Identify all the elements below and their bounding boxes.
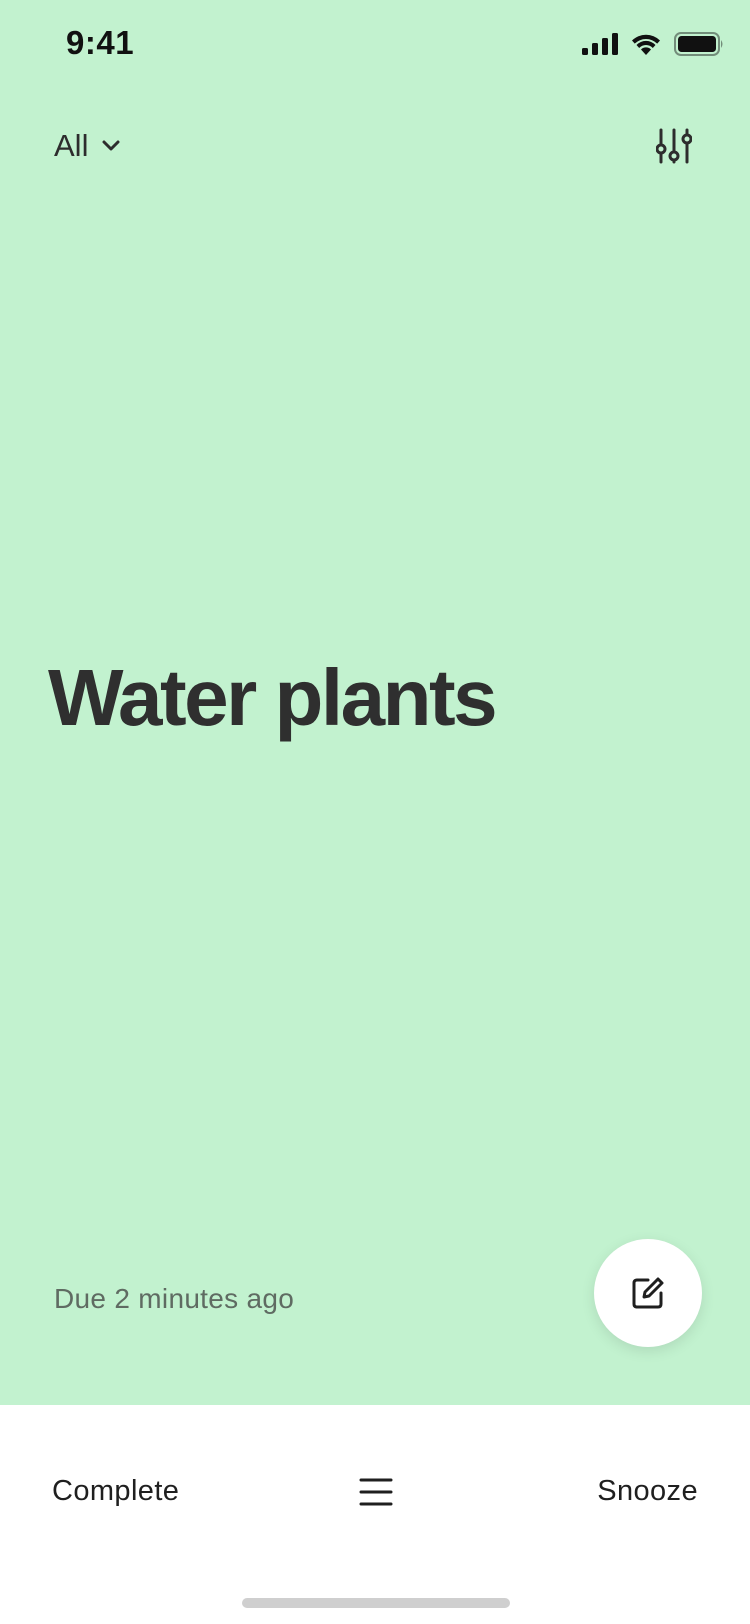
- task-card: 9:41 All Water plants Due 2 minutes ago: [0, 0, 750, 1405]
- edit-button[interactable]: [594, 1239, 702, 1347]
- snooze-button[interactable]: Snooze: [597, 1475, 698, 1508]
- wifi-icon: [632, 34, 660, 55]
- task-title: Water plants: [48, 653, 498, 742]
- sliders-icon: [655, 128, 693, 164]
- complete-button[interactable]: Complete: [52, 1475, 179, 1508]
- settings-button[interactable]: [655, 128, 700, 172]
- due-status: Due 2 minutes ago: [54, 1283, 295, 1314]
- filter-dropdown[interactable]: All: [54, 128, 120, 164]
- menu-icon: [359, 1478, 393, 1506]
- filter-label: All: [54, 128, 89, 163]
- status-icons: [582, 32, 724, 56]
- chevron-down-icon: [102, 140, 120, 151]
- home-indicator[interactable]: [242, 1598, 510, 1608]
- action-bar: Complete Snooze: [0, 1405, 750, 1624]
- app-screen: 9:41 All Water plants Due 2 minutes ago …: [0, 0, 750, 1624]
- cellular-signal-icon: [582, 33, 618, 55]
- status-time: 9:41: [66, 24, 135, 61]
- edit-icon: [632, 1277, 664, 1309]
- battery-icon: [674, 32, 723, 56]
- menu-button[interactable]: [359, 1477, 393, 1507]
